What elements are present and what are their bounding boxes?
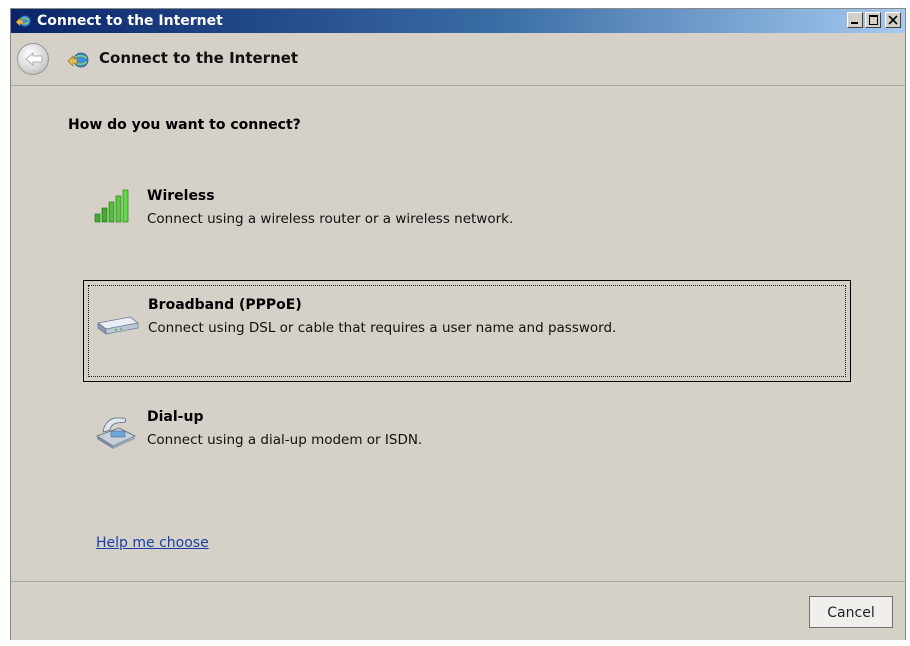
back-button[interactable]: [17, 43, 49, 75]
broadband-modem-icon: [94, 311, 142, 341]
maximize-icon[interactable]: [865, 12, 881, 28]
footer-bar: Cancel: [11, 581, 905, 640]
wireless-title: Wireless: [147, 188, 215, 204]
broadband-description: Connect using DSL or cable that requires…: [148, 320, 617, 336]
dialup-phone-icon: [93, 410, 139, 454]
help-me-choose-link[interactable]: Help me choose: [96, 533, 209, 553]
window-title: Connect to the Internet: [37, 13, 223, 29]
page-title: Connect to the Internet: [99, 49, 299, 67]
network-globe-icon: [67, 51, 89, 69]
back-arrow-icon: [25, 52, 43, 66]
connect-window: Connect to the Internet Connect to the I…: [10, 8, 906, 640]
wireless-description: Connect using a wireless router or a wir…: [147, 211, 514, 227]
broadband-title: Broadband (PPPoE): [148, 297, 302, 313]
cancel-button[interactable]: Cancel: [809, 596, 893, 628]
minimize-icon[interactable]: [847, 12, 863, 28]
title-bar[interactable]: Connect to the Internet: [11, 9, 905, 33]
wireless-signal-icon: [93, 184, 139, 228]
window-controls: [847, 12, 901, 28]
option-broadband[interactable]: Broadband (PPPoE) Connect using DSL or c…: [83, 280, 851, 382]
network-globe-icon: [15, 13, 31, 29]
connection-question: How do you want to connect?: [68, 117, 301, 133]
option-wireless[interactable]: Wireless Connect using a wireless router…: [83, 174, 851, 234]
close-icon[interactable]: [885, 12, 901, 28]
dialup-description: Connect using a dial-up modem or ISDN.: [147, 432, 423, 448]
option-dialup[interactable]: Dial-up Connect using a dial-up modem or…: [83, 396, 851, 456]
dialup-title: Dial-up: [147, 409, 204, 425]
navigation-bar: Connect to the Internet: [11, 33, 905, 86]
